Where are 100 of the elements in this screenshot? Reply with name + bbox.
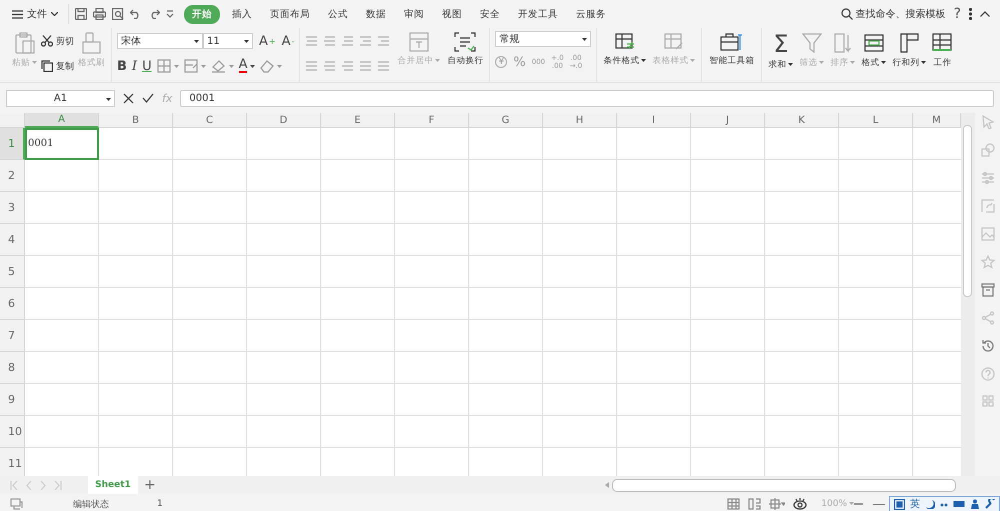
row-header[interactable]: 2 (0, 160, 25, 192)
align-center-icon[interactable] (323, 60, 338, 72)
row-header[interactable]: 10 (0, 416, 25, 448)
refresh-frame-icon[interactable] (980, 199, 994, 213)
formula-input[interactable]: 0001 (180, 90, 994, 106)
ribbon-tab[interactable]: 开始 (184, 4, 220, 24)
image-icon[interactable] (980, 227, 994, 241)
column-header[interactable]: J (691, 113, 765, 128)
column-header[interactable]: K (765, 113, 839, 128)
apps-grid-icon[interactable] (982, 395, 994, 407)
row-header[interactable]: 4 (0, 224, 25, 256)
first-sheet-icon[interactable] (10, 480, 18, 490)
ime-language[interactable]: 英 (910, 497, 920, 511)
row-header[interactable]: 8 (0, 352, 25, 384)
search-command[interactable]: 查找命令、搜索模板 (840, 7, 946, 21)
align-top-icon[interactable] (305, 35, 320, 47)
column-header[interactable]: A (25, 113, 99, 128)
share-icon[interactable] (980, 311, 994, 325)
add-sheet-button[interactable]: + (144, 477, 156, 493)
sum-button[interactable]: Σ 求和 (767, 31, 794, 72)
more-icon[interactable] (969, 8, 972, 20)
cut-button[interactable]: 剪切 (41, 31, 74, 51)
smart-toolbox-button[interactable]: 智能工具箱 (708, 31, 756, 68)
eye-protection-icon[interactable] (793, 498, 808, 510)
column-header[interactable]: F (395, 113, 469, 128)
ribbon-tab[interactable]: 视图 (436, 4, 468, 24)
name-box[interactable]: A1 (6, 90, 115, 106)
ribbon-tab[interactable]: 安全 (474, 4, 506, 24)
currency-button[interactable]: ¥ (495, 56, 508, 68)
ribbon-tab[interactable]: 开发工具 (512, 4, 564, 24)
ribbon-tab[interactable]: 插入 (226, 4, 258, 24)
number-format-field[interactable]: 常规 (495, 31, 592, 47)
outdent-icon[interactable] (359, 35, 374, 47)
shrink-font-button[interactable]: A$^{-}$ (282, 34, 294, 48)
shapes-icon[interactable] (980, 143, 994, 157)
font-size-field[interactable]: 11 (203, 33, 253, 49)
distributed-icon[interactable] (377, 60, 392, 72)
cancel-icon[interactable] (123, 92, 134, 104)
macro-icon[interactable] (10, 498, 23, 510)
select-all-corner[interactable] (0, 113, 25, 128)
align-left-icon[interactable] (305, 60, 320, 72)
column-header[interactable]: B (99, 113, 173, 128)
page-break-icon[interactable] (748, 498, 762, 510)
row-header[interactable]: 5 (0, 256, 25, 288)
collapse-icon[interactable] (980, 11, 990, 17)
column-header[interactable]: M (913, 113, 961, 128)
customize-icon[interactable] (166, 10, 174, 18)
border-icon[interactable] (156, 58, 171, 74)
column-header[interactable]: I (617, 113, 691, 128)
print-icon[interactable] (93, 8, 106, 20)
bold-button[interactable]: B (117, 58, 127, 74)
wrap-text-button[interactable]: 自动换行 (446, 31, 484, 68)
fill-color-icon[interactable] (210, 58, 226, 74)
scroll-left-icon[interactable] (605, 482, 609, 488)
row-header[interactable]: 7 (0, 320, 25, 352)
help-circle-icon[interactable] (980, 367, 994, 381)
ime-toolbar[interactable]: 英 (889, 496, 1000, 511)
grow-font-button[interactable]: A$^{+}$ (259, 34, 276, 48)
save-icon[interactable] (75, 8, 87, 20)
column-header[interactable]: H (543, 113, 617, 128)
worksheet-button[interactable]: 工作 (931, 31, 954, 70)
pointer-icon[interactable] (982, 115, 994, 129)
row-header[interactable]: 6 (0, 288, 25, 320)
column-header[interactable]: D (247, 113, 321, 128)
help-button[interactable]: ? (954, 6, 961, 22)
align-middle-icon[interactable] (323, 35, 338, 47)
eraser-icon[interactable] (260, 58, 274, 74)
ribbon-tab[interactable]: 云服务 (570, 4, 612, 24)
font-color-button[interactable]: A (238, 59, 256, 73)
row-header[interactable]: 1 (0, 128, 25, 160)
column-header[interactable]: E (321, 113, 395, 128)
row-header[interactable]: 11 (0, 448, 25, 476)
justify-icon[interactable] (359, 60, 374, 72)
star-icon[interactable] (980, 255, 994, 269)
format-button[interactable]: 格式 (860, 31, 888, 70)
normal-view-icon[interactable] (727, 498, 740, 510)
indent-icon[interactable] (377, 35, 392, 47)
column-header[interactable]: G (469, 113, 543, 128)
copy-button[interactable]: 复制 (41, 56, 74, 76)
horizontal-scrollbar[interactable] (612, 478, 956, 492)
italic-button[interactable]: I (132, 58, 138, 74)
align-bottom-icon[interactable] (341, 35, 356, 47)
next-sheet-icon[interactable] (40, 480, 46, 490)
confirm-icon[interactable] (142, 93, 154, 103)
print-preview-icon[interactable] (112, 8, 124, 20)
sliders-icon[interactable] (980, 171, 994, 185)
column-header[interactable]: L (839, 113, 913, 128)
file-menu[interactable]: 文件 (8, 7, 62, 21)
conditional-format-button[interactable]: 条件格式 (602, 31, 648, 68)
last-sheet-icon[interactable] (54, 480, 62, 490)
ribbon-tab[interactable]: 页面布局 (264, 4, 316, 24)
align-right-icon[interactable] (341, 60, 356, 72)
column-header[interactable]: C (173, 113, 247, 128)
reading-view-icon[interactable] (769, 498, 786, 510)
sheet-tab[interactable]: Sheet1 (88, 476, 138, 494)
row-header[interactable]: 9 (0, 384, 25, 416)
history-icon[interactable] (980, 339, 994, 353)
vertical-scrollbar[interactable] (961, 113, 975, 476)
row-header[interactable]: 3 (0, 192, 25, 224)
fill-pattern-icon[interactable] (184, 58, 198, 74)
